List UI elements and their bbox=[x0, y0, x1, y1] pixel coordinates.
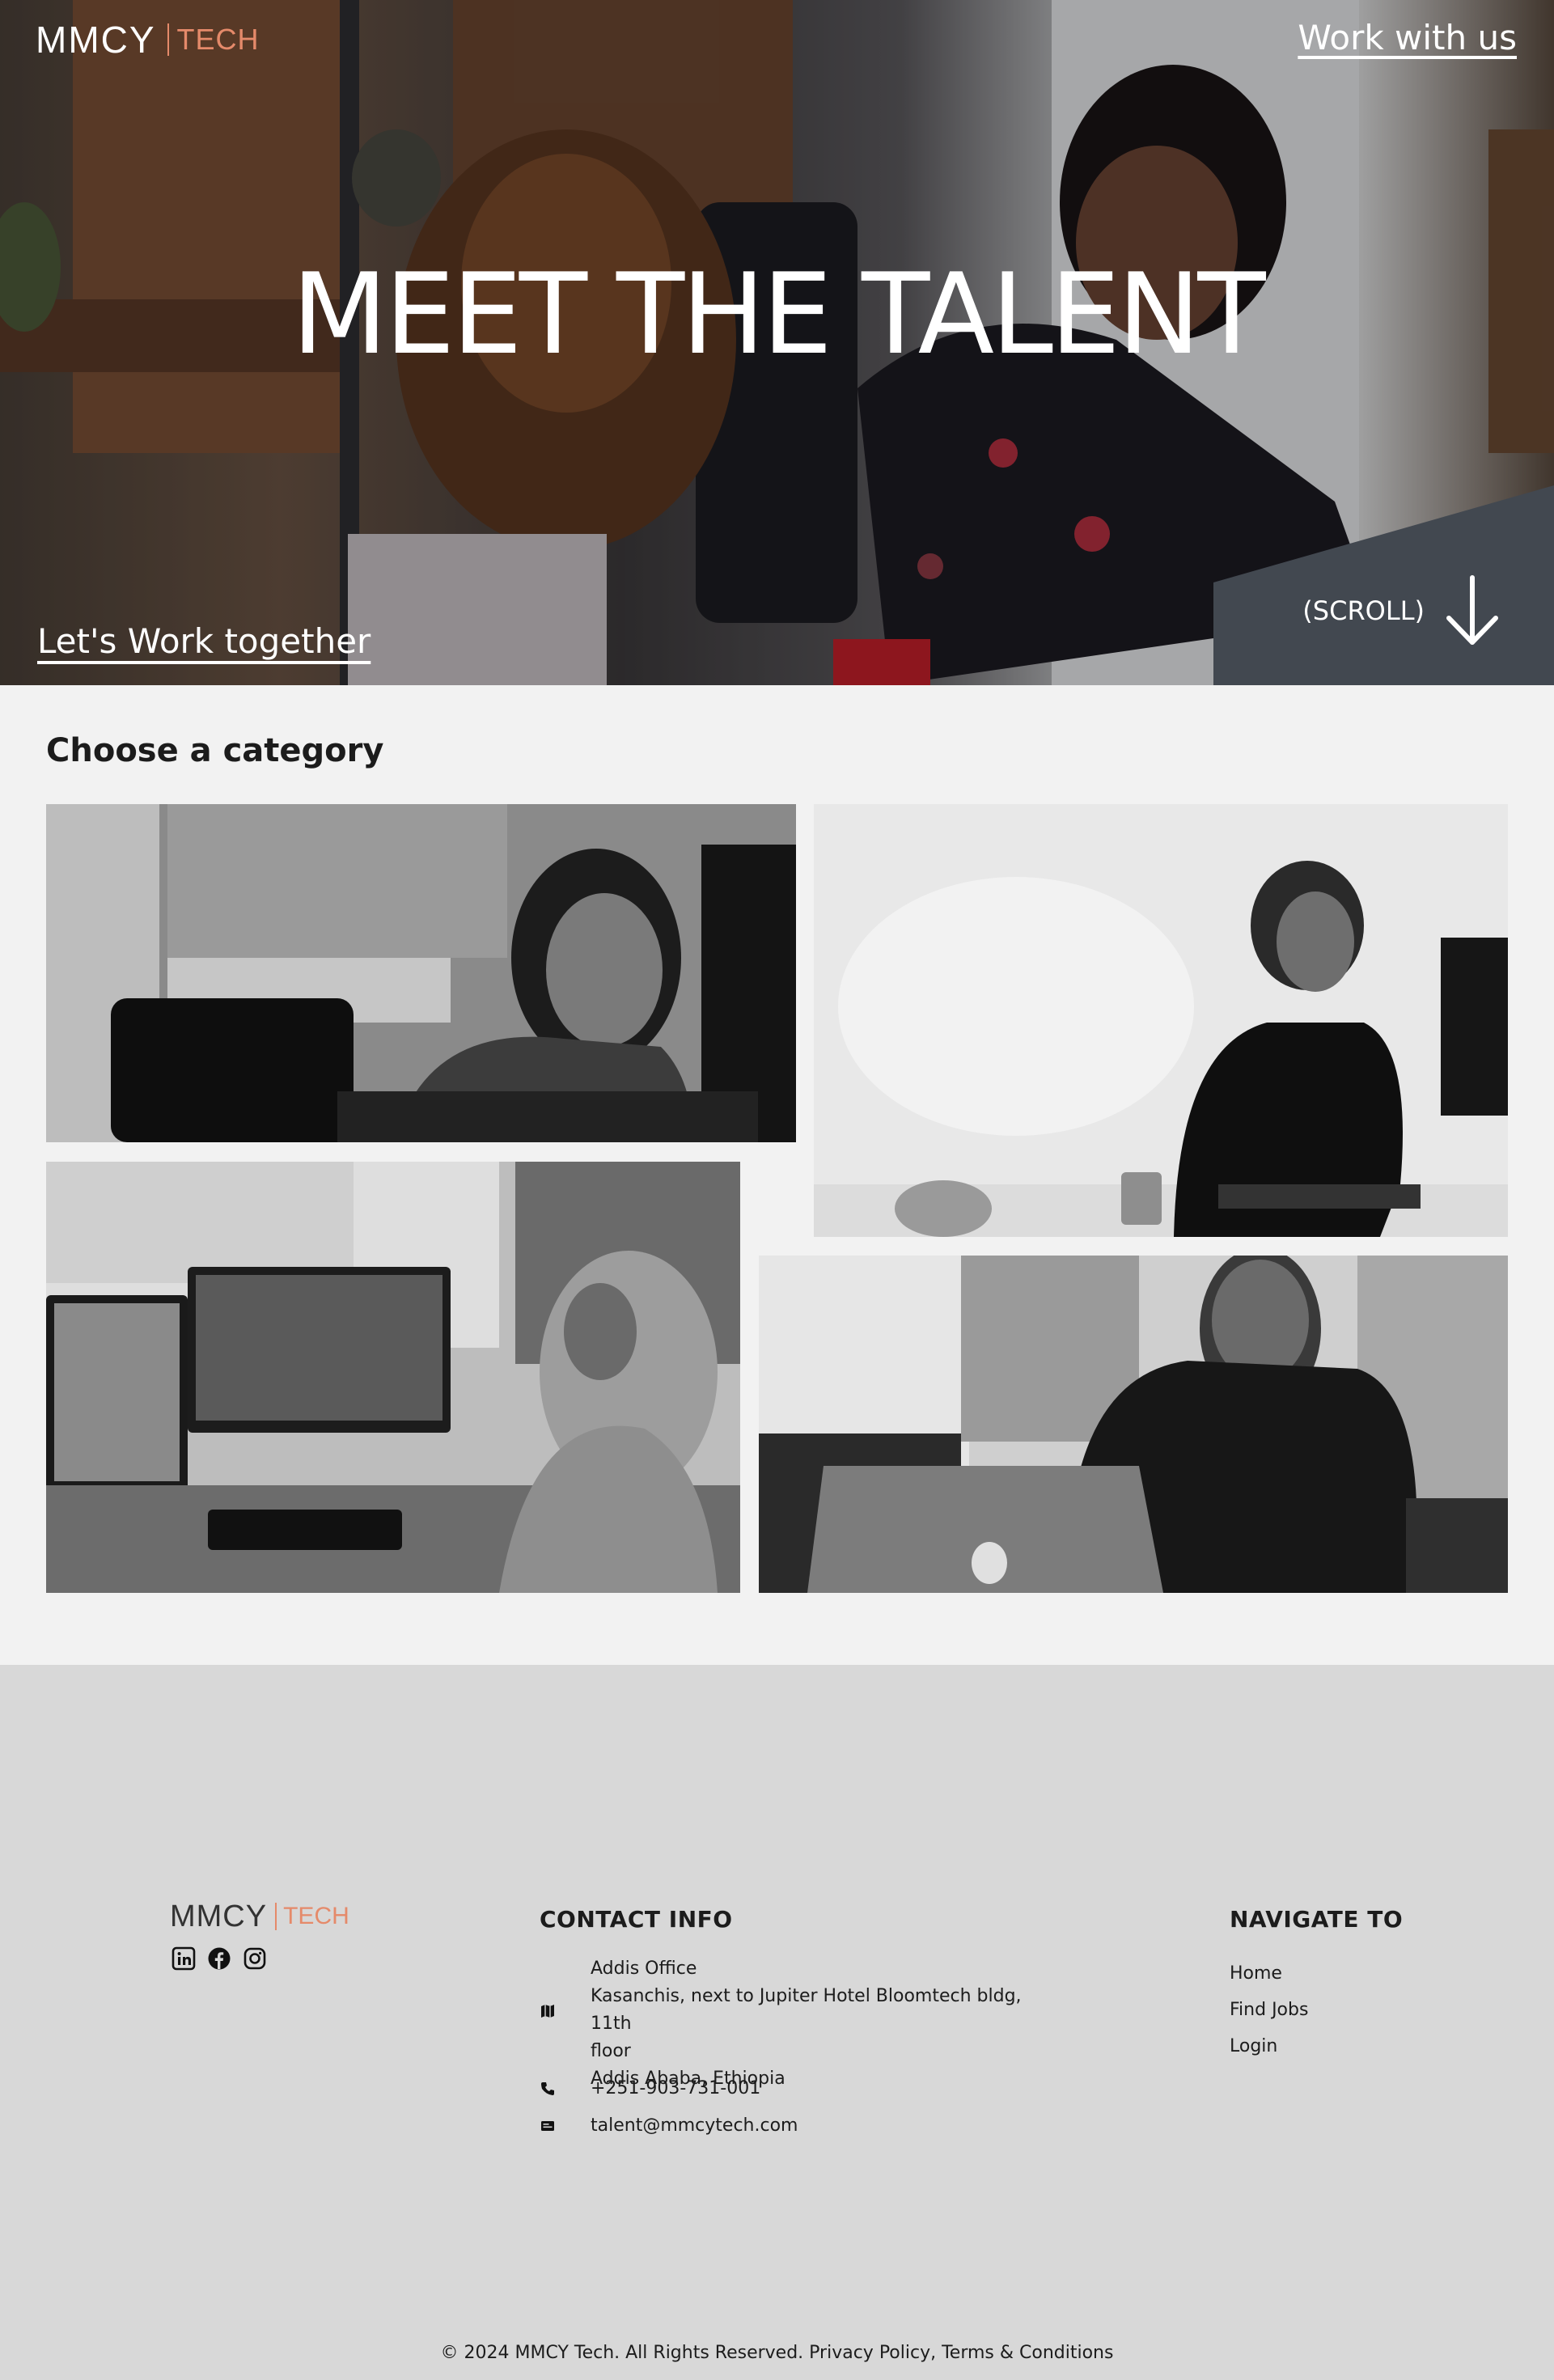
scroll-indicator[interactable]: (SCROLL) bbox=[1302, 574, 1501, 647]
man-with-headset-standing-photo bbox=[814, 804, 1508, 1237]
lets-work-together-link[interactable]: Let's Work together bbox=[37, 621, 371, 661]
site-logo[interactable]: MMCY TECH bbox=[36, 19, 260, 61]
address-line: Addis Office bbox=[591, 1959, 697, 1979]
copyright-notice: © 2024 MMCY Tech. All Rights Reserved. P… bbox=[440, 2343, 1114, 2363]
logo-divider bbox=[167, 23, 169, 56]
office-address: Addis Office Kasanchis, next to Jupiter … bbox=[591, 1955, 1060, 2093]
category-tile-man-with-headset[interactable] bbox=[814, 804, 1508, 1237]
phone-icon bbox=[541, 2082, 554, 2095]
email-icon bbox=[541, 2121, 554, 2131]
footer-nav: Home Find Jobs Login bbox=[1230, 1955, 1308, 2065]
facebook-icon[interactable] bbox=[207, 1946, 231, 1971]
scroll-label: (SCROLL) bbox=[1302, 595, 1425, 626]
category-tile-man-with-laptop[interactable] bbox=[759, 1256, 1508, 1593]
arrow-down-icon bbox=[1446, 575, 1498, 645]
woman-in-hijab-with-headset-photo bbox=[46, 1162, 740, 1593]
linkedin-icon[interactable] bbox=[171, 1946, 196, 1971]
address-line: floor bbox=[591, 2041, 631, 2061]
footer-nav-login[interactable]: Login bbox=[1230, 2028, 1308, 2065]
navigate-to-heading: NAVIGATE TO bbox=[1230, 1906, 1404, 1933]
contact-phone[interactable]: +251-903-731-001 bbox=[591, 2075, 760, 2103]
contact-info-heading: CONTACT INFO bbox=[540, 1906, 733, 1933]
logo-wordmark: MMCY bbox=[36, 19, 156, 61]
footer-logo-wordmark: MMCY bbox=[170, 1899, 268, 1933]
footer-logo-tech: TECH bbox=[283, 1903, 349, 1929]
woman-with-headset-photo bbox=[46, 804, 796, 1142]
work-with-us-link[interactable]: Work with us bbox=[1298, 18, 1517, 57]
instagram-icon[interactable] bbox=[243, 1946, 267, 1971]
category-tile-woman-with-headset[interactable] bbox=[46, 804, 796, 1142]
hero-title: MEET THE TALENT bbox=[291, 249, 1265, 379]
footer-nav-home[interactable]: Home bbox=[1230, 1955, 1308, 1992]
footer-logo[interactable]: MMCY TECH bbox=[170, 1899, 349, 1933]
footer-logo-divider bbox=[275, 1903, 277, 1930]
hero-section: MMCY TECH Work with us MEET THE TALENT L… bbox=[0, 0, 1554, 685]
footer-nav-find-jobs[interactable]: Find Jobs bbox=[1230, 1992, 1308, 2028]
categories-heading: Choose a category bbox=[46, 732, 384, 769]
contact-email[interactable]: talent@mmcytech.com bbox=[591, 2112, 798, 2140]
map-icon bbox=[541, 2005, 554, 2018]
man-with-laptop-photo bbox=[759, 1256, 1508, 1593]
social-links bbox=[171, 1946, 267, 1971]
address-line: Kasanchis, next to Jupiter Hotel Bloomte… bbox=[591, 1986, 1022, 2034]
category-tile-woman-in-hijab[interactable] bbox=[46, 1162, 740, 1593]
logo-tech: TECH bbox=[176, 23, 260, 56]
